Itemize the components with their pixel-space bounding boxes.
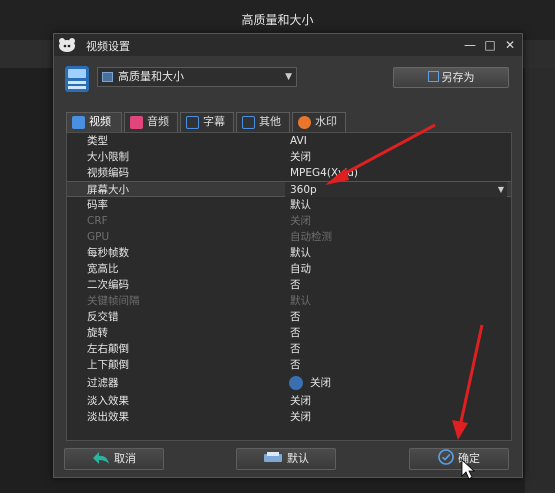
property-value: 关闭 [290,411,311,423]
tab-label: 其他 [259,115,281,128]
save-as-button[interactable]: 另存为 [393,67,509,88]
default-button[interactable]: 默认 [236,448,336,470]
property-grid: 类型 AVI 大小限制 关闭 视频编码 MPEG4(Xvid) 屏幕大小 360p ▼… [66,132,512,441]
tab-subtitle[interactable]: 字幕 [180,112,234,132]
property-row[interactable]: 每秒帧数 默认 [67,245,511,261]
tab-label: 视频 [89,115,111,128]
tab-label: 水印 [315,115,337,128]
dialog-titlebar[interactable]: 视频设置 — □ ✕ [54,34,522,56]
property-key: 二次编码 [87,279,129,291]
screen-size-dropdown[interactable]: 360p ▼ [285,182,507,197]
property-row[interactable]: 左右颠倒 否 [67,341,511,357]
undo-icon [93,452,109,464]
preset-icon [65,66,89,92]
property-value: 关闭 [290,215,311,227]
property-row[interactable]: 上下颠倒 否 [67,357,511,373]
ok-label: 确定 [458,452,480,465]
background-panel [525,68,555,493]
default-label: 默认 [287,452,309,465]
property-row[interactable]: 类型 AVI [67,133,511,149]
property-key: CRF [87,215,108,227]
filter-icon [289,376,303,390]
property-value: 否 [290,359,301,371]
film-icon [72,116,85,129]
tab-other[interactable]: 其他 [236,112,290,132]
property-key: 码率 [87,199,108,211]
preset-select[interactable]: 高质量和大小 ▼ [97,67,297,87]
tab-label: 字幕 [203,115,225,128]
property-key: 关键帧间隔 [87,295,140,307]
ok-button[interactable]: 确定 [409,448,509,470]
preset-selected-value: 高质量和大小 [118,70,184,83]
property-row[interactable]: 二次编码 否 [67,277,511,293]
video-settings-dialog: 视频设置 — □ ✕ 高质量和大小 ▼ 另存为 视频 音频 字幕 其他 水印 类… [53,33,523,478]
music-icon [130,116,143,129]
property-value: 关闭 [290,151,311,163]
tab-watermark[interactable]: 水印 [292,112,346,132]
save-as-label: 另存为 [441,71,475,84]
other-icon [242,116,255,129]
property-row[interactable]: 反交错 否 [67,309,511,325]
screen-size-value: 360p [290,184,317,196]
property-key: 宽高比 [87,263,119,275]
property-key: 屏幕大小 [87,184,129,196]
property-key: GPU [87,231,110,243]
property-row[interactable]: 淡出效果 关闭 [67,409,511,425]
close-icon[interactable]: ✕ [502,37,518,53]
property-row[interactable]: 旋转 否 [67,325,511,341]
property-key: 淡入效果 [87,395,129,407]
property-row-disabled: GPU 自动检测 [67,229,511,245]
property-row[interactable]: 淡入效果 关闭 [67,393,511,409]
property-value: 关闭 [310,377,331,389]
property-value: AVI [290,135,307,147]
property-value: 否 [290,343,301,355]
property-value: 默认 [290,295,311,307]
property-value: 否 [290,327,301,339]
property-key: 上下颠倒 [87,359,129,371]
property-row[interactable]: 过滤器 关闭 [67,375,511,391]
property-key: 淡出效果 [87,411,129,423]
tab-audio[interactable]: 音频 [124,112,178,132]
property-row[interactable]: 码率 默认 [67,197,511,213]
reset-icon [264,452,282,462]
property-value: 否 [290,311,301,323]
save-icon [427,71,439,82]
dialog-title: 视频设置 [86,40,130,53]
property-value: 自动检测 [290,231,332,243]
property-value: 默认 [290,247,311,259]
property-value: 默认 [290,199,311,211]
property-key: 大小限制 [87,151,129,163]
property-key: 每秒帧数 [87,247,129,259]
watermark-icon [298,116,311,129]
property-row-selected[interactable]: 屏幕大小 360p ▼ [67,181,511,197]
property-value: 关闭 [290,395,311,407]
property-value: 否 [290,279,301,291]
property-row[interactable]: 视频编码 MPEG4(Xvid) [67,165,511,181]
property-key: 左右颠倒 [87,343,129,355]
tab-label: 音频 [147,115,169,128]
property-value: MPEG4(Xvid) [290,167,359,179]
app-logo-icon [59,38,75,52]
property-row[interactable]: 大小限制 关闭 [67,149,511,165]
cancel-label: 取消 [114,452,136,465]
tab-video[interactable]: 视频 [66,112,122,132]
property-key: 类型 [87,135,108,147]
check-circle-icon [438,449,454,465]
maximize-icon[interactable]: □ [482,37,498,53]
property-row-disabled: CRF 关闭 [67,213,511,229]
property-key: 视频编码 [87,167,129,179]
cancel-button[interactable]: 取消 [64,448,164,470]
subtitle-icon [186,116,199,129]
property-row-disabled: 关键帧间隔 默认 [67,293,511,309]
property-key: 旋转 [87,327,108,339]
property-key: 反交错 [87,311,119,323]
property-value: 自动 [290,263,311,275]
chevron-down-icon: ▼ [497,185,504,194]
minimize-icon[interactable]: — [462,37,478,53]
chevron-down-icon: ▼ [285,72,292,82]
property-key: 过滤器 [87,377,119,389]
property-row[interactable]: 宽高比 自动 [67,261,511,277]
preset-box-icon [102,72,113,82]
